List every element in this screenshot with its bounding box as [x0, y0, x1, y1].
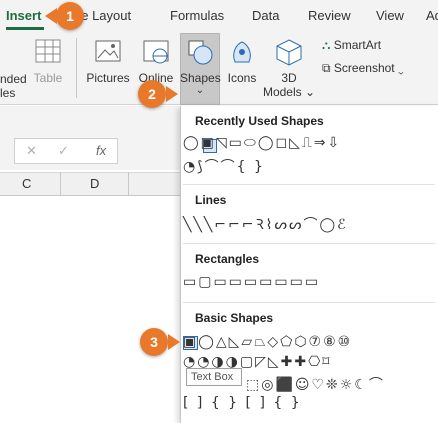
screenshot-label: Screenshot — [333, 61, 395, 75]
recommended-tables-label-2: les — [0, 86, 16, 100]
section-title-basic-shapes: Basic Shapes — [195, 311, 274, 325]
section-title-rectangles: Rectangles — [195, 252, 260, 266]
table-icon — [35, 39, 61, 63]
section-divider — [183, 184, 435, 185]
3d-models-button[interactable]: 3D Models ⌄ — [262, 38, 316, 99]
basic-shapes-row[interactable]: ▣◯△◺▱⏢◇⬠⬡⑦⑧⑩ — [183, 334, 352, 350]
icons-button[interactable]: Icons — [224, 38, 260, 85]
ribbon-separator — [76, 38, 77, 98]
recent-shapes-row[interactable]: ◔⟆⌒⌒{ } — [183, 156, 265, 176]
section-title-recently-used: Recently Used Shapes — [195, 114, 324, 128]
3d-models-label-2: Models ⌄ — [262, 85, 316, 99]
pictures-icon — [95, 40, 121, 62]
recent-shapes-row[interactable]: ◯▣◹▭⬭◯◻◺⎍⇒⇩ — [183, 135, 341, 151]
step-arrow-icon — [168, 334, 180, 350]
column-header-c[interactable]: C — [22, 176, 31, 191]
tab-insert[interactable]: Insert — [6, 8, 41, 23]
chevron-down-icon: ⌄ — [397, 61, 404, 75]
confirm-icon[interactable]: ✓ — [58, 143, 69, 159]
recommended-tables-label: nded — [0, 72, 27, 86]
basic-shapes-row[interactable]: [ ] { } [ ] { } — [183, 395, 302, 411]
smartart-icon: ⛬ — [322, 38, 331, 52]
step-arrow-icon — [166, 86, 178, 102]
section-divider — [183, 243, 435, 244]
column-header-d[interactable]: D — [90, 176, 99, 191]
text-box-tooltip: Text Box — [186, 368, 242, 386]
basic-shapes-row[interactable]: ⬚◎⬛☺♡❊☼☾⌒ — [246, 374, 385, 394]
screenshot-button[interactable]: ⧉ Screenshot ⌄ — [322, 61, 404, 76]
tab-view[interactable]: View — [376, 8, 404, 23]
cancel-icon[interactable]: ✕ — [26, 143, 37, 159]
step-badge-2: 2 — [138, 80, 166, 108]
tab-data[interactable]: Data — [252, 8, 279, 23]
icons-label: Icons — [227, 71, 257, 85]
smartart-button[interactable]: ⛬ SmartArt — [322, 38, 381, 53]
insert-function-button[interactable]: fx — [96, 143, 106, 158]
smartart-label: SmartArt — [333, 38, 382, 52]
step-badge-3: 3 — [140, 328, 168, 356]
online-pictures-icon — [143, 40, 169, 64]
tab-formulas[interactable]: Formulas — [170, 8, 224, 23]
column-divider — [128, 172, 129, 196]
table-label: Table — [33, 71, 63, 85]
section-divider — [183, 302, 435, 303]
recommended-tables-button[interactable]: nded les — [0, 72, 27, 100]
lines-row[interactable]: ╲╲╲⌐⌐⌐Ꝛ⌇ᔕᔕ⌒◯ℰ — [183, 214, 348, 234]
chevron-down-icon: ⌄ — [195, 85, 205, 96]
table-button[interactable]: Table — [32, 38, 64, 85]
column-divider — [60, 172, 61, 196]
rectangles-row[interactable]: ▭▢▭▭▭▭▭▭▭ — [183, 274, 320, 290]
tab-add-ins[interactable]: Ad — [426, 8, 438, 23]
tab-review[interactable]: Review — [308, 8, 351, 23]
shapes-button-content[interactable]: Shapes ⌄ — [180, 38, 221, 96]
step-arrow-icon — [45, 8, 57, 24]
pictures-label: Pictures — [86, 71, 130, 85]
screenshot-icon: ⧉ — [322, 61, 331, 75]
3d-models-text: Models — [262, 85, 302, 99]
shapes-label: Shapes — [180, 71, 221, 85]
step-badge-1: 1 — [56, 2, 84, 30]
section-title-lines: Lines — [195, 193, 227, 207]
cube-icon — [276, 39, 302, 66]
icons-icon — [233, 41, 251, 63]
3d-models-label: 3D — [281, 71, 297, 85]
pictures-button[interactable]: Pictures — [84, 38, 132, 85]
shapes-icon — [188, 40, 213, 65]
chevron-down-icon: ⌄ — [304, 85, 316, 99]
